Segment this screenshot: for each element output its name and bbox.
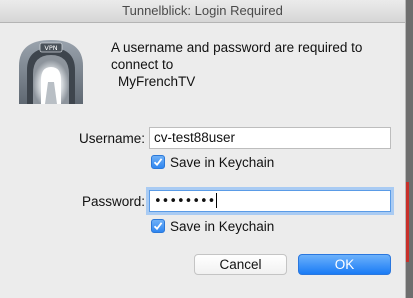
username-save-label: Save in Keychain [170,155,275,170]
message-line-2: connect to [111,57,174,72]
username-field[interactable]: cv-test88user [149,127,391,149]
username-save-checkbox[interactable] [151,155,165,169]
cancel-button[interactable]: Cancel [194,254,287,275]
login-dialog: Tunnelblick: Login Required VPN A userna… [0,0,406,298]
checkmark-icon [153,222,163,231]
background-accent [406,182,409,262]
password-masked-value: •••••••• [154,194,216,209]
background-window-edge [406,0,413,298]
configuration-name: MyFrenchTV [118,74,196,89]
checkmark-icon [153,158,163,167]
ok-button[interactable]: OK [298,254,391,275]
window-title: Tunnelblick: Login Required [122,3,283,18]
vpn-badge-text: VPN [44,44,57,52]
text-cursor [216,193,218,208]
password-save-keychain[interactable]: Save in Keychain [151,219,274,234]
message-line-1: A username and password are required to [111,40,363,55]
login-message: A username and password are required to … [111,39,391,90]
password-save-checkbox[interactable] [151,219,165,233]
username-save-keychain[interactable]: Save in Keychain [151,155,274,170]
username-label: Username: [78,131,145,146]
password-label: Password: [81,194,145,209]
password-field[interactable]: •••••••• [149,190,391,212]
tunnelblick-icon: VPN [17,38,85,106]
password-save-label: Save in Keychain [170,219,275,234]
title-bar[interactable]: Tunnelblick: Login Required [0,0,405,23]
